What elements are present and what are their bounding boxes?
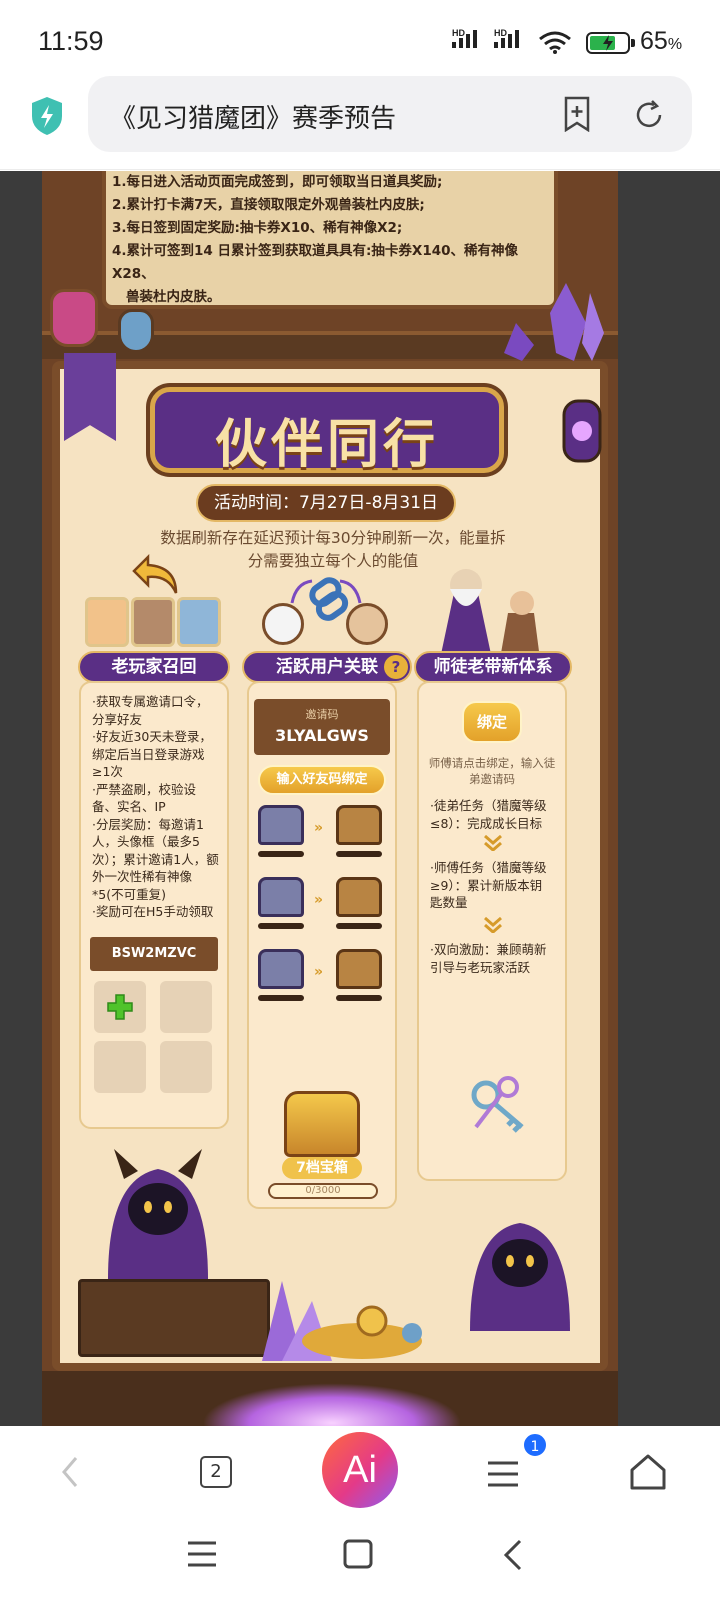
cat-card xyxy=(85,597,129,647)
potion-icon xyxy=(118,309,154,353)
chest-icon xyxy=(336,949,382,989)
return-arrow-icon[interactable] xyxy=(130,553,184,597)
home-icon[interactable] xyxy=(628,1452,668,1492)
arrow-icon: » xyxy=(314,964,324,980)
event-page: 1.每日进入活动页面完成签到，即可领取当日道具奖励; 2.累计打卡满7天，直接领… xyxy=(42,171,618,1426)
imp-waving-illustration xyxy=(470,1223,570,1331)
help-icon[interactable]: ? xyxy=(384,655,408,679)
mentor-hint: 师傅请点击绑定，输入徒弟邀请码 xyxy=(428,756,556,786)
refresh-icon[interactable] xyxy=(632,98,666,132)
signal-icon xyxy=(494,30,519,48)
chest-progress xyxy=(258,851,304,857)
status-bar: 11:59 HD HD 65% xyxy=(0,0,720,82)
mentor-step: ·双向激励：兼顾萌新引导与老玩家活跃 xyxy=(430,942,547,975)
rule-item: 4.累计可签到14 日累计签到获取道具具有:抽卡券X140、稀有神像X28、 xyxy=(112,243,518,282)
invite-code-value[interactable]: 3LYALGWS xyxy=(254,726,390,745)
chest-progress-text: 0/3000 xyxy=(305,1185,341,1196)
battery-charging-icon xyxy=(586,32,635,54)
rule-line: ·奖励可在H5手动领取 xyxy=(92,904,214,919)
rule-line: ·严禁盗刷，校验设备、实名、IP xyxy=(92,781,196,815)
monkey-card xyxy=(131,597,175,647)
shield-icon[interactable] xyxy=(30,96,64,136)
lantern-icon xyxy=(562,399,602,463)
wifi-icon xyxy=(539,31,571,54)
mentor-bind-button[interactable]: 绑定 xyxy=(462,701,522,743)
mentor-title: 师徒老带新体系 xyxy=(414,651,572,683)
recall-rules: ·获取专属邀请口令，分享好友 ·好友近30天未登录，绑定后当日登录游戏≥1次 ·… xyxy=(92,693,220,921)
chevron-down-icon xyxy=(484,917,502,933)
chest-tier-label: 7档宝箱 xyxy=(282,1157,362,1179)
invite-slot[interactable] xyxy=(160,981,212,1033)
potion-icon xyxy=(50,289,98,347)
plus-icon[interactable] xyxy=(106,993,134,1021)
crystal-icon xyxy=(504,283,604,361)
invite-code-panel: 邀请码 3LYALGWS xyxy=(254,699,390,755)
locked-chest-icon xyxy=(258,805,304,845)
gold-chest-icon[interactable] xyxy=(284,1091,360,1157)
signal-icon xyxy=(452,30,477,48)
chest-progress xyxy=(336,851,382,857)
event-title: 伙伴同行 xyxy=(214,415,439,475)
chest-icon xyxy=(336,877,382,917)
system-nav-bar xyxy=(0,1518,720,1601)
browser-address-bar: 《见习猎魔团》赛季预告 xyxy=(0,72,720,170)
invite-slot-add[interactable] xyxy=(94,981,146,1033)
rule-item: 1.每日进入活动页面完成签到，即可领取当日道具奖励; xyxy=(112,174,443,190)
rule-item: 2.累计打卡满7天，直接领取限定外观兽装杜内皮肤; xyxy=(112,197,425,213)
chest-progress-bar: 0/3000 xyxy=(268,1183,378,1199)
bind-friend-button[interactable]: 输入好友码绑定 xyxy=(258,765,386,795)
event-date: 活动时间：7月27日-8月31日 xyxy=(196,484,456,522)
recall-code[interactable]: BSW2MZVC xyxy=(90,937,218,971)
web-content[interactable]: 1.每日进入活动页面完成签到，即可领取当日道具奖励; 2.累计打卡满7天，直接领… xyxy=(0,171,720,1426)
add-bookmark-icon[interactable] xyxy=(560,96,594,132)
home-square-icon[interactable] xyxy=(342,1538,374,1570)
chest-icon xyxy=(336,805,382,845)
cat-avatar xyxy=(262,603,304,645)
recent-apps-icon[interactable] xyxy=(186,1540,218,1568)
rule-line: ·好友近30天未登录，绑定后当日登录游戏≥1次 xyxy=(92,729,212,779)
recall-title: 老玩家召回 xyxy=(78,651,230,683)
chest-progress xyxy=(336,923,382,929)
keys-icon xyxy=(471,1076,524,1133)
mentor-step: ·徒弟任务（猎魔等级≤8）：完成成长目标 xyxy=(430,798,547,831)
mentor-wizard-illustration xyxy=(440,569,540,659)
page-title[interactable]: 《见习猎魔团》赛季预告 xyxy=(110,98,396,135)
dragon-card xyxy=(177,597,221,647)
arrow-icon: » xyxy=(314,820,324,836)
browser-toolbar: 2 Ai 1 xyxy=(0,1426,720,1518)
notification-badge: 1 xyxy=(522,1432,548,1458)
chest-progress xyxy=(258,923,304,929)
player-avatar xyxy=(346,603,388,645)
chevron-down-icon xyxy=(484,835,502,851)
ai-icon[interactable]: Ai xyxy=(322,1432,398,1508)
back-icon[interactable] xyxy=(58,1454,82,1490)
player-cards xyxy=(85,597,225,649)
charging-bolt-icon xyxy=(603,35,613,51)
rule-item: 3.每日签到固定奖励:抽卡券X10、稀有神像X2; xyxy=(112,220,403,236)
back-icon[interactable] xyxy=(500,1538,526,1572)
tabs-icon[interactable]: 2 xyxy=(200,1456,232,1488)
imp-merchant-illustration xyxy=(108,1149,208,1279)
rule-line: ·获取专属邀请口令，分享好友 xyxy=(92,694,209,727)
chest-progress xyxy=(336,995,382,1001)
mentor-step: ·师傅任务（猎魔等级≥9）：累计新版本钥匙数量 xyxy=(430,860,547,910)
url-field[interactable]: 《见习猎魔团》赛季预告 xyxy=(88,76,692,152)
event-title-plate: 伙伴同行 xyxy=(150,387,504,475)
locked-chest-icon xyxy=(258,949,304,989)
invite-slot[interactable] xyxy=(94,1041,146,1093)
invite-slot[interactable] xyxy=(160,1041,212,1093)
status-time: 11:59 xyxy=(38,26,104,56)
chest-progress xyxy=(258,995,304,1001)
menu-icon[interactable] xyxy=(486,1460,520,1488)
battery-percent: 65% xyxy=(640,27,683,55)
locked-chest-icon xyxy=(258,877,304,917)
rule-line: ·分层奖励：每邀请1人，头像框（最多5次）；累计邀请1人，额外一次性稀有神像*5… xyxy=(92,816,219,902)
arrow-icon: » xyxy=(314,892,324,908)
invite-code-label: 邀请码 xyxy=(305,708,339,721)
treasure-pile-illustration xyxy=(262,1281,422,1361)
